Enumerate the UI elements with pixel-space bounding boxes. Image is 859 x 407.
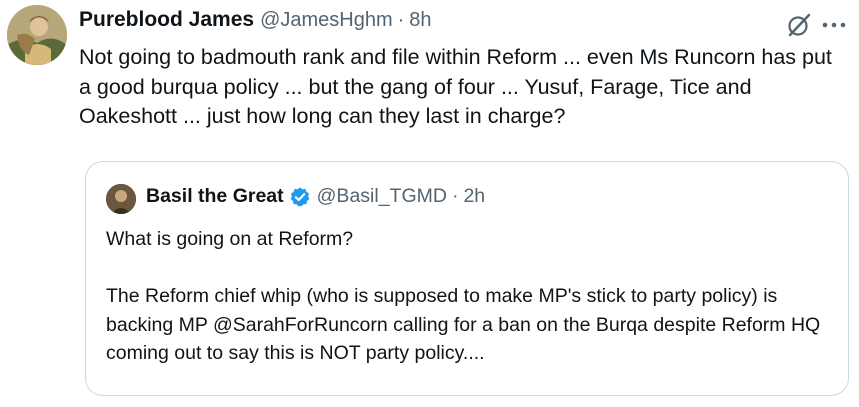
quote-text: What is going on at Reform? The Reform c… [106, 228, 821, 364]
author-avatar[interactable] [7, 5, 67, 65]
verified-badge-icon[interactable] [289, 186, 311, 208]
tweet-text: Not going to badmouth rank and file with… [79, 45, 838, 128]
quote-author-handle[interactable]: @Basil_TGMD [317, 185, 447, 208]
grok-icon[interactable] [786, 12, 812, 38]
tweet-timestamp[interactable]: 8h [409, 9, 431, 32]
quote-author-avatar[interactable] [106, 184, 136, 214]
header-separator: · [397, 9, 405, 31]
tweet-header: Pureblood James @JamesHghm · 8h [79, 8, 432, 38]
more-options-icon[interactable] [819, 14, 849, 36]
quote-tweet-card[interactable]: Basil the Great @Basil_TGMD · 2h What is… [85, 161, 849, 396]
author-handle[interactable]: @JamesHghm [260, 9, 393, 32]
quote-author-name[interactable]: Basil the Great [146, 185, 284, 208]
quote-header-separator: · [451, 185, 459, 207]
quote-header: Basil the Great @Basil_TGMD · 2h [146, 185, 485, 208]
quote-timestamp[interactable]: 2h [463, 185, 485, 208]
author-name[interactable]: Pureblood James [79, 8, 254, 32]
